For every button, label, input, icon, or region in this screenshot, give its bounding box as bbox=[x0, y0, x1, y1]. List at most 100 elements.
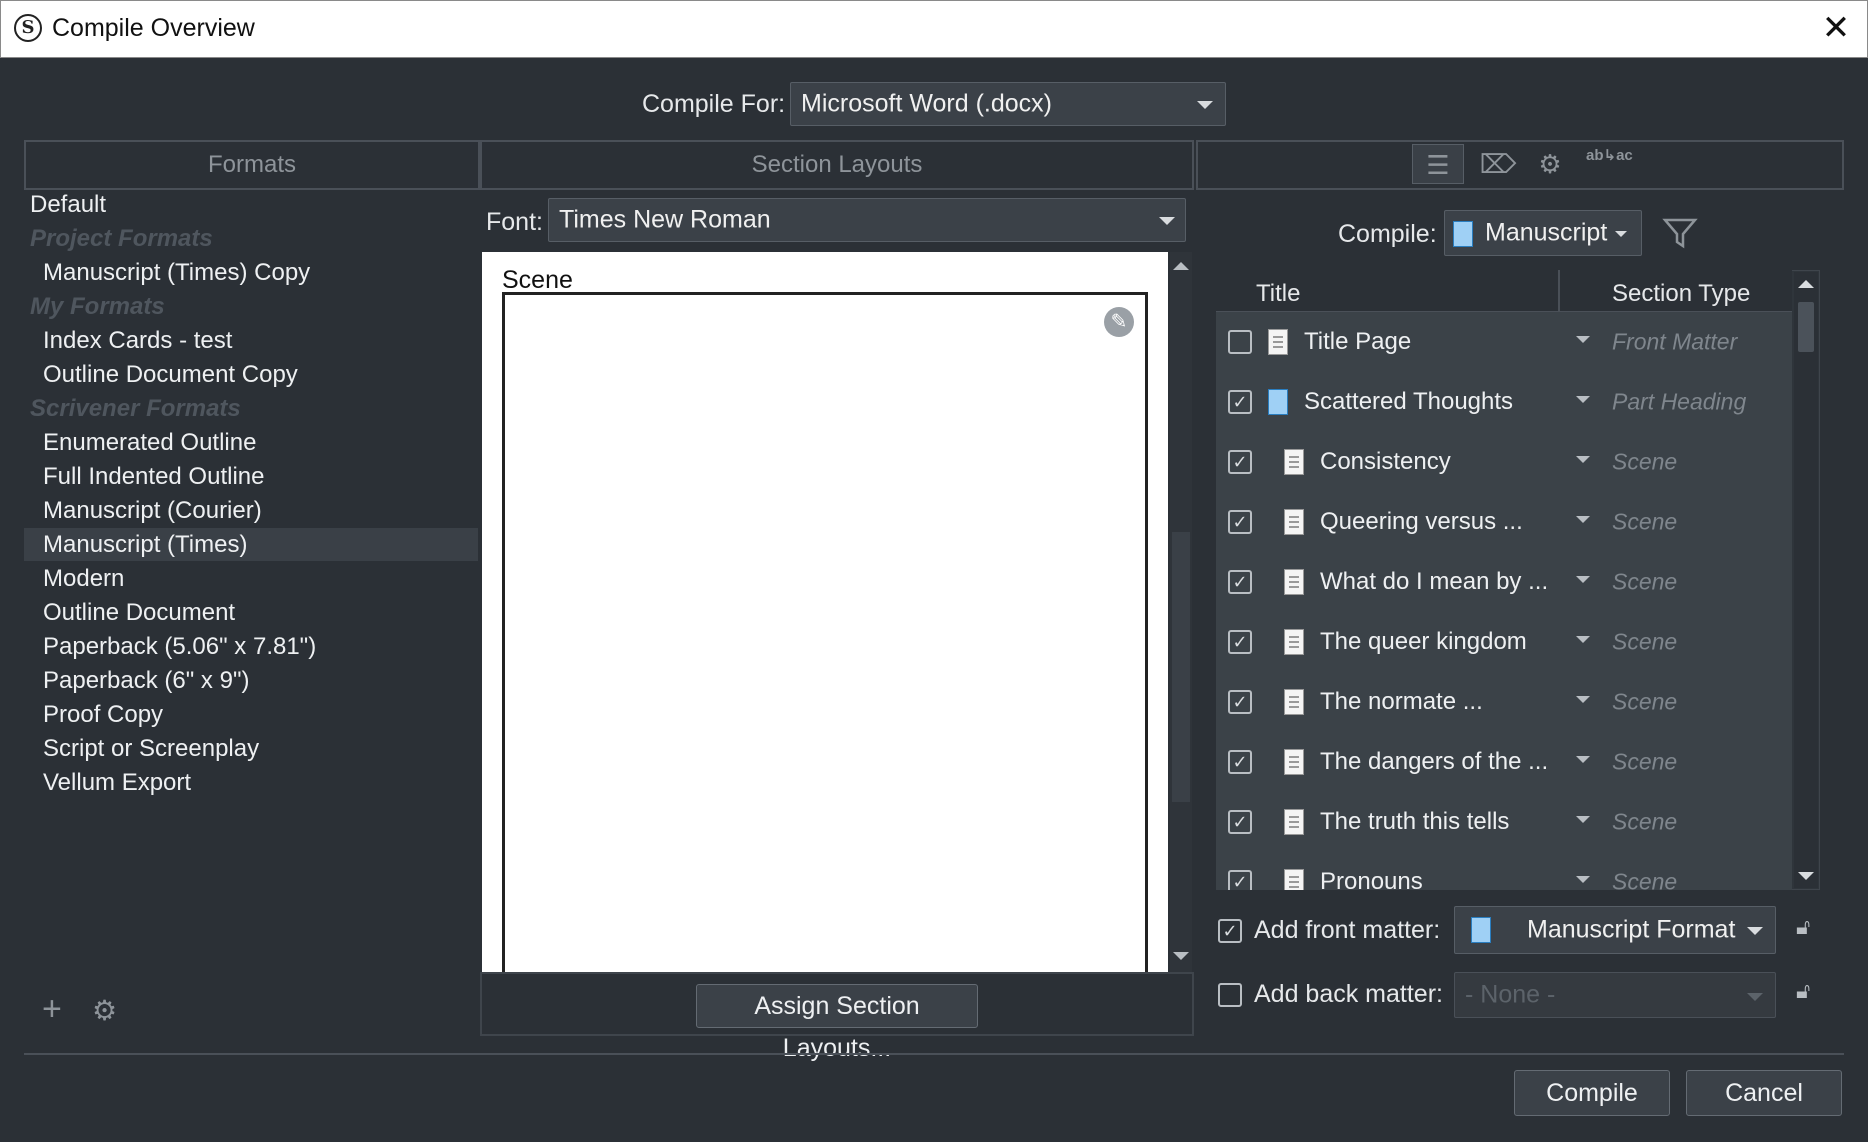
close-icon[interactable]: ✕ bbox=[1816, 8, 1856, 48]
contents-row[interactable]: ✓ Scattered Thoughts Part Heading bbox=[1216, 372, 1792, 432]
column-divider[interactable] bbox=[1558, 270, 1560, 312]
contents-table-header: Title Section Type bbox=[1216, 270, 1792, 312]
format-group-label: Project Formats bbox=[30, 225, 213, 252]
contents-row[interactable]: ✓ Queering versus ... Scene bbox=[1216, 492, 1792, 552]
formats-header: Formats bbox=[24, 140, 480, 190]
compile-button[interactable]: Compile bbox=[1514, 1070, 1670, 1116]
list-view-button[interactable]: ☰ bbox=[1412, 144, 1464, 184]
row-section-type[interactable]: Scene bbox=[1612, 809, 1677, 836]
layout-name: Scene bbox=[502, 266, 573, 294]
scroll-up-icon[interactable] bbox=[1798, 280, 1814, 288]
scroll-down-icon[interactable] bbox=[1798, 872, 1814, 880]
include-checkbox[interactable]: ✓ bbox=[1228, 750, 1252, 774]
add-format-icon[interactable]: + bbox=[42, 992, 76, 1028]
title-column-header[interactable]: Title bbox=[1256, 280, 1300, 308]
include-checkbox[interactable]: ✓ bbox=[1228, 450, 1252, 474]
document-icon bbox=[1284, 569, 1304, 595]
format-list-item[interactable]: Outline Document Copy bbox=[24, 358, 478, 391]
pencil-icon[interactable]: ✎ bbox=[1104, 307, 1134, 337]
front-matter-checkbox[interactable]: ✓ bbox=[1218, 919, 1242, 943]
row-section-type[interactable]: Scene bbox=[1612, 749, 1677, 776]
include-checkbox[interactable]: ✓ bbox=[1228, 570, 1252, 594]
format-list-item[interactable]: Script or Screenplay bbox=[24, 732, 478, 765]
back-matter-dropdown[interactable]: - None - bbox=[1454, 972, 1776, 1018]
format-list-item[interactable]: Outline Document bbox=[24, 596, 478, 629]
row-section-type[interactable]: Scene bbox=[1612, 689, 1677, 716]
section-type-dropdown-icon[interactable] bbox=[1576, 816, 1590, 823]
section-type-dropdown-icon[interactable] bbox=[1576, 636, 1590, 643]
row-section-type[interactable]: Scene bbox=[1612, 569, 1677, 596]
include-checkbox[interactable]: ✓ bbox=[1228, 630, 1252, 654]
row-section-type[interactable]: Scene bbox=[1612, 629, 1677, 656]
row-title: Consistency bbox=[1320, 448, 1451, 475]
label-icon[interactable]: ⌦ bbox=[1478, 144, 1518, 184]
contents-scrollbar[interactable] bbox=[1794, 272, 1818, 888]
format-list-item[interactable]: Manuscript (Times) Copy bbox=[24, 256, 478, 289]
front-matter-dropdown[interactable]: Manuscript Format bbox=[1454, 906, 1776, 954]
compile-group-dropdown[interactable]: Manuscript bbox=[1444, 210, 1642, 256]
section-type-dropdown-icon[interactable] bbox=[1576, 456, 1590, 463]
contents-row[interactable]: ✓ The normate ... Scene bbox=[1216, 672, 1792, 732]
unlock-icon[interactable]: 🔓︎ bbox=[1796, 914, 1810, 940]
contents-row[interactable]: ✓ The truth this tells Scene bbox=[1216, 792, 1792, 852]
include-checkbox[interactable]: ✓ bbox=[1228, 510, 1252, 534]
include-checkbox[interactable]: ✓ bbox=[1228, 810, 1252, 834]
title-bar bbox=[0, 0, 1868, 58]
contents-scroll-thumb[interactable] bbox=[1798, 302, 1814, 352]
section-type-dropdown-icon[interactable] bbox=[1576, 336, 1590, 343]
section-type-column-header[interactable]: Section Type bbox=[1612, 280, 1750, 308]
format-gear-icon[interactable]: ⚙ bbox=[92, 994, 126, 1028]
section-type-dropdown-icon[interactable] bbox=[1576, 696, 1590, 703]
format-list-item[interactable]: Modern bbox=[24, 562, 478, 595]
format-list-item[interactable]: Index Cards - test bbox=[24, 324, 478, 357]
section-type-dropdown-icon[interactable] bbox=[1576, 876, 1590, 883]
format-list-item[interactable]: Enumerated Outline bbox=[24, 426, 478, 459]
row-title: The dangers of the ... bbox=[1320, 748, 1549, 775]
compile-for-dropdown[interactable]: Microsoft Word (.docx) bbox=[790, 82, 1226, 126]
section-layouts-header: Section Layouts bbox=[480, 140, 1194, 190]
format-list-item[interactable]: Full Indented Outline bbox=[24, 460, 478, 493]
section-type-dropdown-icon[interactable] bbox=[1576, 516, 1590, 523]
row-section-type[interactable]: Scene bbox=[1612, 449, 1677, 476]
row-title: What do I mean by ... bbox=[1320, 568, 1549, 595]
include-checkbox[interactable]: ✓ bbox=[1228, 870, 1252, 890]
contents-row[interactable]: Title Page Front Matter bbox=[1216, 312, 1792, 372]
include-checkbox[interactable]: ✓ bbox=[1228, 390, 1252, 414]
row-section-type[interactable]: Scene bbox=[1612, 509, 1677, 536]
gear-icon[interactable]: ⚙ bbox=[1530, 144, 1570, 184]
contents-row[interactable]: ✓ Consistency Scene bbox=[1216, 432, 1792, 492]
contents-row[interactable]: ✓ The queer kingdom Scene bbox=[1216, 612, 1792, 672]
include-checkbox[interactable]: ✓ bbox=[1228, 690, 1252, 714]
assign-section-layouts-button[interactable]: Assign Section Layouts... bbox=[696, 984, 978, 1062]
format-list-item[interactable]: Default bbox=[24, 188, 478, 221]
font-dropdown[interactable]: Times New Roman bbox=[548, 198, 1186, 242]
format-list-item[interactable]: Paperback (5.06" x 7.81") bbox=[24, 630, 478, 663]
scroll-down-icon[interactable] bbox=[1173, 952, 1189, 960]
chevron-down-icon bbox=[1197, 101, 1213, 109]
format-list-item[interactable]: Manuscript (Courier) bbox=[24, 494, 478, 527]
format-list-item[interactable]: Manuscript (Times) bbox=[24, 528, 478, 561]
back-matter-checkbox[interactable] bbox=[1218, 983, 1242, 1007]
contents-row[interactable]: ✓ Pronouns Scene bbox=[1216, 852, 1792, 890]
preview-scroll-thumb[interactable] bbox=[1172, 532, 1190, 802]
section-type-dropdown-icon[interactable] bbox=[1576, 396, 1590, 403]
cancel-button[interactable]: Cancel bbox=[1686, 1070, 1842, 1116]
contents-row[interactable]: ✓ The dangers of the ... Scene bbox=[1216, 732, 1792, 792]
unlock-icon[interactable]: 🔓︎ bbox=[1796, 978, 1810, 1004]
scroll-up-icon[interactable] bbox=[1173, 262, 1189, 270]
front-matter-label: Add front matter: bbox=[1254, 916, 1441, 944]
format-list-item[interactable]: Proof Copy bbox=[24, 698, 478, 731]
row-section-type[interactable]: Front Matter bbox=[1612, 329, 1737, 356]
format-list-item[interactable]: Paperback (6" x 9") bbox=[24, 664, 478, 697]
contents-row[interactable]: ✓ What do I mean by ... Scene bbox=[1216, 552, 1792, 612]
filter-icon[interactable] bbox=[1660, 212, 1700, 252]
include-checkbox[interactable] bbox=[1228, 330, 1252, 354]
row-section-type[interactable]: Part Heading bbox=[1612, 389, 1746, 416]
format-list-item[interactable]: Vellum Export bbox=[24, 766, 478, 799]
section-type-dropdown-icon[interactable] bbox=[1576, 576, 1590, 583]
row-section-type[interactable]: Scene bbox=[1612, 869, 1677, 891]
compile-group-value: Manuscript bbox=[1485, 218, 1608, 247]
format-group-label: Scrivener Formats bbox=[30, 395, 241, 422]
section-type-dropdown-icon[interactable] bbox=[1576, 756, 1590, 763]
replace-icon[interactable]: ab↳ac bbox=[1586, 148, 1633, 182]
